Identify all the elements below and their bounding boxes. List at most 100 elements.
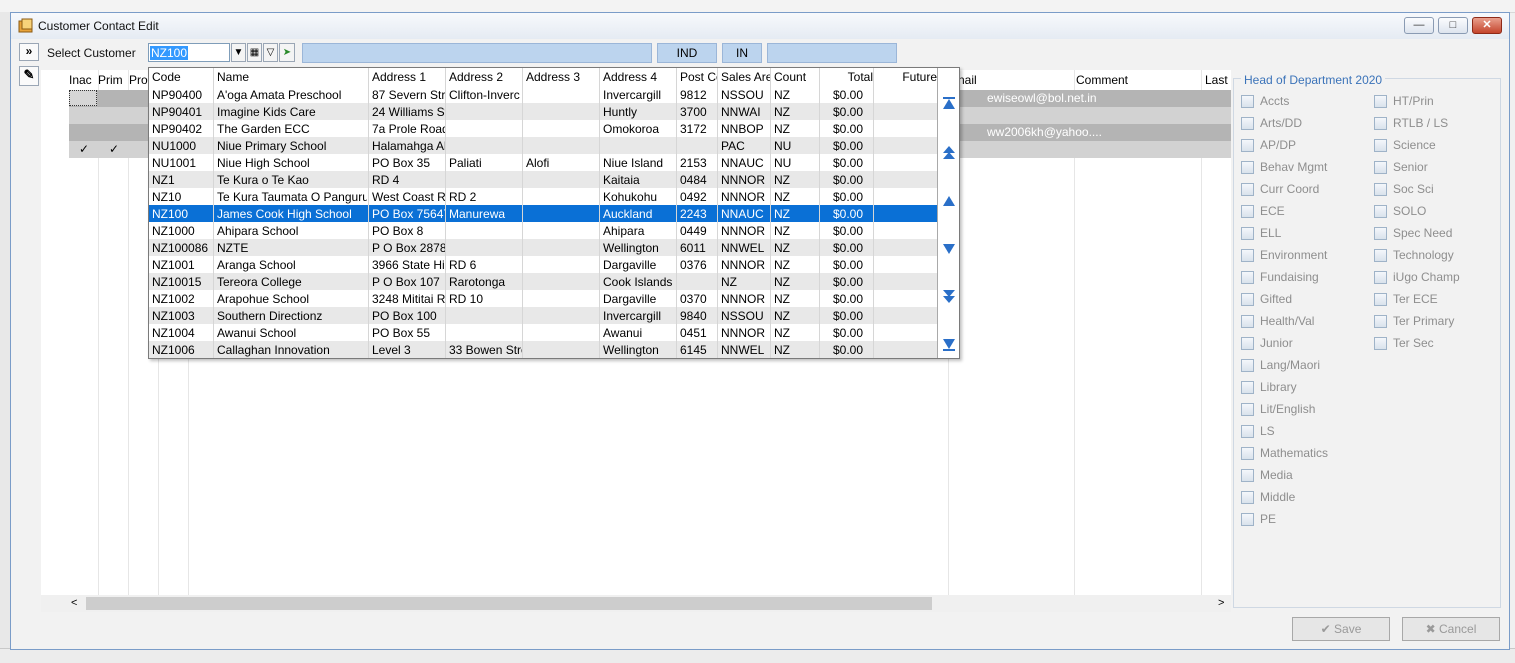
checkbox-icon[interactable] (1241, 359, 1254, 372)
hod-checkbox-label: Lang/Maori (1260, 358, 1321, 372)
maximize-button[interactable]: □ (1438, 17, 1468, 34)
customer-name-field (302, 43, 652, 63)
dropdown-cell-sales-area: NNNOR (721, 292, 765, 306)
checkbox-icon[interactable] (1374, 249, 1387, 262)
checkbox-icon[interactable] (1241, 425, 1254, 438)
funnel-icon[interactable]: ▽ (263, 43, 278, 62)
first-icon[interactable] (941, 96, 957, 110)
dropdown-cell-name: The Garden ECC (217, 122, 310, 136)
checkbox-icon[interactable] (1241, 139, 1254, 152)
hod-checkbox-label: Technology (1393, 248, 1454, 262)
checkbox-icon[interactable] (1241, 95, 1254, 108)
down-icon[interactable] (941, 242, 957, 256)
checkbox-icon[interactable] (1241, 403, 1254, 416)
checkbox-icon[interactable] (1374, 315, 1387, 328)
checkbox-icon[interactable] (1241, 227, 1254, 240)
checkbox-icon[interactable] (1374, 293, 1387, 306)
column-header-prim[interactable]: Prim (98, 70, 128, 90)
checkbox-icon[interactable] (1241, 161, 1254, 174)
checkbox-icon[interactable] (1374, 271, 1387, 284)
dropdown-cell-address1: PO Box 75647 (372, 207, 446, 221)
dropdown-header-country[interactable]: Count (774, 70, 819, 84)
dropdown-cell-total: $0.00 (833, 122, 864, 136)
dropdown-header-address4[interactable]: Address 4 (603, 70, 677, 84)
grid-icon[interactable]: ▦ (247, 43, 262, 62)
checkbox-icon[interactable] (1241, 381, 1254, 394)
dropdown-cell-country: NZ (774, 326, 790, 340)
close-button[interactable]: ✕ (1472, 17, 1502, 34)
horizontal-scrollbar[interactable]: < > (41, 595, 1231, 612)
checkbox-icon[interactable] (1241, 183, 1254, 196)
customer-code-input[interactable]: NZ100 (148, 43, 230, 62)
dropdown-header-future[interactable]: Future (877, 70, 937, 84)
dropdown-cell-address4: Niue Island (603, 156, 664, 170)
column-header-comment[interactable]: Comment (1076, 70, 1196, 90)
dropdown-cell-name: Niue Primary School (217, 139, 327, 153)
dropdown-header-postcode[interactable]: Post Cc (680, 70, 718, 84)
checkbox-icon[interactable] (1241, 513, 1254, 526)
dropdown-arrow-icon[interactable]: ▼ (231, 43, 246, 62)
dropdown-cell-sales-area: NSSOU (721, 309, 764, 323)
checkbox-icon[interactable] (1374, 95, 1387, 108)
checkbox-icon[interactable] (1241, 469, 1254, 482)
edit-icon[interactable]: ✎ (19, 66, 39, 86)
dropdown-cell-total: $0.00 (833, 173, 864, 187)
dropdown-header-total[interactable]: Total (823, 70, 873, 84)
checkbox-icon[interactable] (1241, 491, 1254, 504)
checkbox-icon[interactable] (1374, 205, 1387, 218)
checkbox-icon[interactable] (1241, 249, 1254, 262)
checkmark-icon: ✔ (1320, 622, 1331, 636)
column-header-inac[interactable]: Inac (69, 70, 97, 90)
checkbox-icon[interactable] (1374, 161, 1387, 174)
scrollbar-thumb[interactable] (86, 597, 932, 610)
checkbox-icon[interactable] (1374, 183, 1387, 196)
dropdown-header-address1[interactable]: Address 1 (372, 70, 446, 84)
checkbox-icon[interactable] (1374, 139, 1387, 152)
customer-dropdown[interactable]: Code Name Address 1 Address 2 Address 3 … (148, 67, 960, 359)
checkbox-icon[interactable] (1241, 337, 1254, 350)
column-header-email[interactable]: nail (958, 70, 1068, 90)
scroll-left-icon[interactable]: < (71, 597, 77, 609)
collapse-panel-button[interactable]: » (19, 43, 39, 61)
checkbox-icon[interactable] (1374, 337, 1387, 350)
page-up-icon[interactable] (941, 146, 957, 160)
save-button[interactable]: ✔ Save (1292, 617, 1390, 641)
checkbox-icon[interactable] (1374, 227, 1387, 240)
go-icon[interactable]: ➤ (279, 43, 295, 62)
dropdown-cell-address2: RD 2 (449, 190, 477, 204)
checkbox-icon[interactable] (1374, 117, 1387, 130)
in-field: IN (722, 43, 762, 63)
last-icon[interactable] (941, 338, 957, 352)
dropdown-cell-country: NU (774, 156, 792, 170)
minimize-button[interactable]: — (1404, 17, 1434, 34)
dropdown-header-sales-area[interactable]: Sales Area (721, 70, 771, 84)
scroll-right-icon[interactable]: > (1218, 597, 1224, 609)
checkbox-icon[interactable] (1241, 293, 1254, 306)
dropdown-cell-name: Te Kura o Te Kao (217, 173, 309, 187)
dropdown-header-address2[interactable]: Address 2 (449, 70, 523, 84)
checkbox-icon[interactable] (1241, 271, 1254, 284)
dropdown-cell-address1: 87 Severn Stre (372, 88, 446, 102)
hod-checkbox-label: Senior (1393, 160, 1428, 174)
up-icon[interactable] (941, 194, 957, 208)
dropdown-cell-address4: Cook Islands (603, 275, 673, 289)
dropdown-cell-total: $0.00 (833, 343, 864, 357)
checkbox-icon[interactable] (1241, 315, 1254, 328)
dropdown-cell-name: Arapohue School (217, 292, 310, 306)
dropdown-cell-postcode: 0492 (680, 190, 707, 204)
checkbox-icon[interactable] (1241, 117, 1254, 130)
dropdown-cell-sales-area: NNWEL (721, 343, 765, 357)
active-cell[interactable] (69, 90, 97, 106)
dropdown-cell-country: NZ (774, 207, 790, 221)
dropdown-header-name[interactable]: Name (217, 70, 367, 84)
dropdown-header-code[interactable]: Code (152, 70, 212, 84)
checkbox-icon[interactable] (1241, 447, 1254, 460)
column-header-last[interactable]: Last (1205, 70, 1235, 90)
hod-checkbox-label: HT/Prin (1393, 94, 1434, 108)
checkbox-icon[interactable] (1241, 205, 1254, 218)
dropdown-header-address3[interactable]: Address 3 (526, 70, 600, 84)
cancel-button[interactable]: ✖ Cancel (1402, 617, 1500, 641)
page-down-icon[interactable] (941, 290, 957, 304)
dropdown-cell-address1: Level 3 (372, 343, 411, 357)
dropdown-cell-country: NZ (774, 105, 790, 119)
